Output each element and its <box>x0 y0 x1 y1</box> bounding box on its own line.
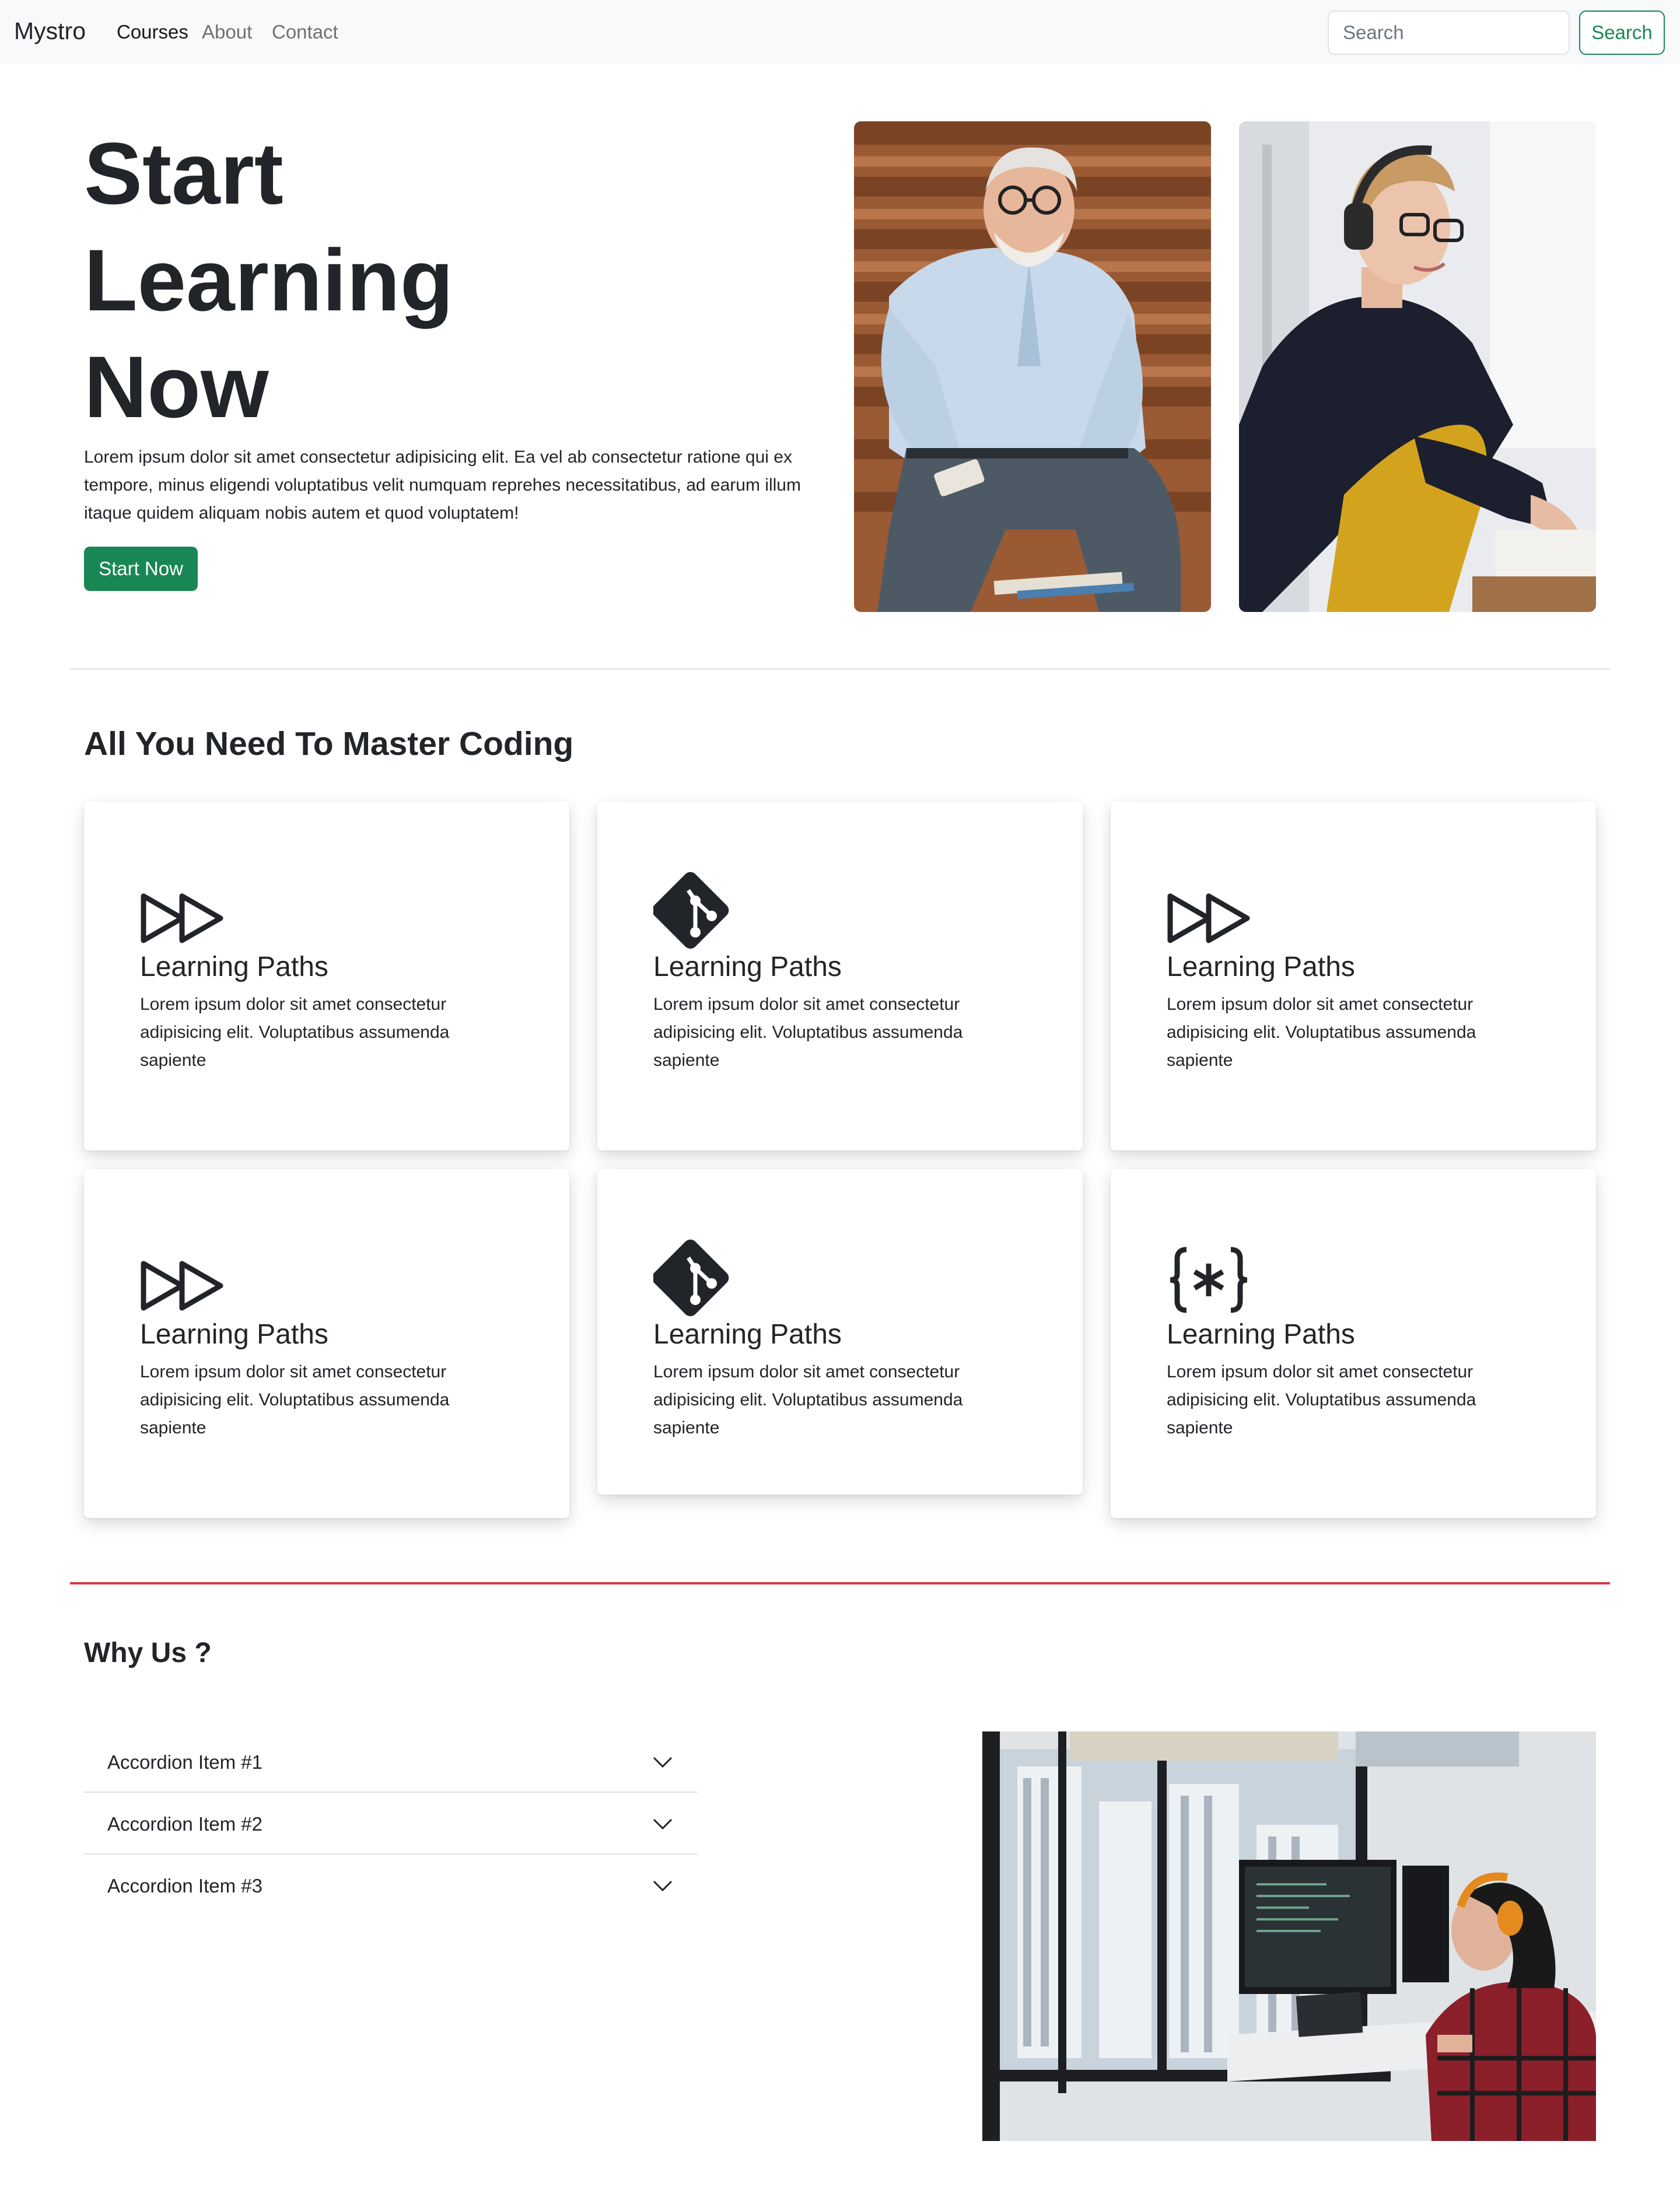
accordion-item-label: Accordion Item #3 <box>107 1875 262 1897</box>
card-text: Lorem ipsum dolor sit amet consectetur a… <box>140 995 450 1070</box>
card-title: Learning Paths <box>1167 1319 1355 1350</box>
card-title: Learning Paths <box>140 951 328 982</box>
feature-card: Learning Paths Lorem ipsum dolor sit ame… <box>1111 802 1596 1150</box>
hero-description: Lorem ipsum dolor sit amet consectetur a… <box>84 447 801 523</box>
why-us-photo <box>982 1731 1596 2141</box>
accordion-item-label: Accordion Item #1 <box>107 1751 262 1773</box>
accordion-item-label: Accordion Item #2 <box>107 1813 262 1835</box>
card-text: Lorem ipsum dolor sit amet consectetur a… <box>653 1362 963 1437</box>
hero-title-line-3: Now <box>84 338 269 436</box>
nav-link-about[interactable]: About <box>202 21 252 43</box>
chevron-down-icon <box>653 1818 673 1830</box>
hero-title: Start Learning Now <box>84 120 609 440</box>
features-title: All You Need To Master Coding <box>84 725 574 762</box>
braces-asterisk-icon <box>1170 1247 1248 1313</box>
hero-title-line-1: Start <box>84 124 284 222</box>
navbar: Mystro Courses About Contact Search <box>0 0 1680 64</box>
search-button[interactable]: Search <box>1579 11 1665 55</box>
feature-card: Learning Paths Lorem ipsum dolor sit ame… <box>84 802 569 1150</box>
card-text: Lorem ipsum dolor sit amet consectetur a… <box>1167 995 1476 1070</box>
git-icon <box>653 872 729 949</box>
why-us-title: Why Us ? <box>84 1638 212 1668</box>
start-now-button[interactable]: Start Now <box>84 547 198 591</box>
accordion-item-2[interactable]: Accordion Item #2 <box>84 1793 698 1855</box>
fast-forward-icon <box>1167 893 1250 943</box>
hero-photo-man <box>854 121 1211 612</box>
card-text: Lorem ipsum dolor sit amet consectetur a… <box>653 995 963 1070</box>
hero-photo-woman <box>1239 121 1596 612</box>
accordion-item-1[interactable]: Accordion Item #1 <box>84 1731 698 1793</box>
card-title: Learning Paths <box>653 1319 842 1350</box>
chevron-down-icon <box>653 1880 673 1892</box>
accordion-item-3[interactable]: Accordion Item #3 <box>84 1855 698 1916</box>
brand-logo[interactable]: Mystro <box>14 18 86 45</box>
card-title: Learning Paths <box>140 1319 328 1350</box>
search-input[interactable] <box>1328 11 1570 55</box>
card-title: Learning Paths <box>653 951 842 982</box>
hero-title-line-2: Learning <box>84 231 454 329</box>
fast-forward-icon <box>141 1261 223 1311</box>
section-divider <box>70 669 1610 670</box>
card-title: Learning Paths <box>1167 951 1355 982</box>
card-text: Lorem ipsum dolor sit amet consectetur a… <box>1167 1362 1476 1437</box>
card-text: Lorem ipsum dolor sit amet consectetur a… <box>140 1362 450 1437</box>
chevron-down-icon <box>653 1757 673 1768</box>
section-divider-red <box>70 1582 1610 1584</box>
git-icon <box>653 1239 729 1317</box>
feature-card: Learning Paths Lorem ipsum dolor sit ame… <box>597 802 1083 1150</box>
feature-card: Learning Paths Lorem ipsum dolor sit ame… <box>597 1169 1083 1495</box>
nav-link-courses[interactable]: Courses <box>117 21 188 43</box>
feature-card: Learning Paths Lorem ipsum dolor sit ame… <box>1111 1169 1596 1518</box>
feature-card: Learning Paths Lorem ipsum dolor sit ame… <box>84 1169 569 1518</box>
fast-forward-icon <box>141 893 223 943</box>
nav-link-contact[interactable]: Contact <box>272 21 338 43</box>
